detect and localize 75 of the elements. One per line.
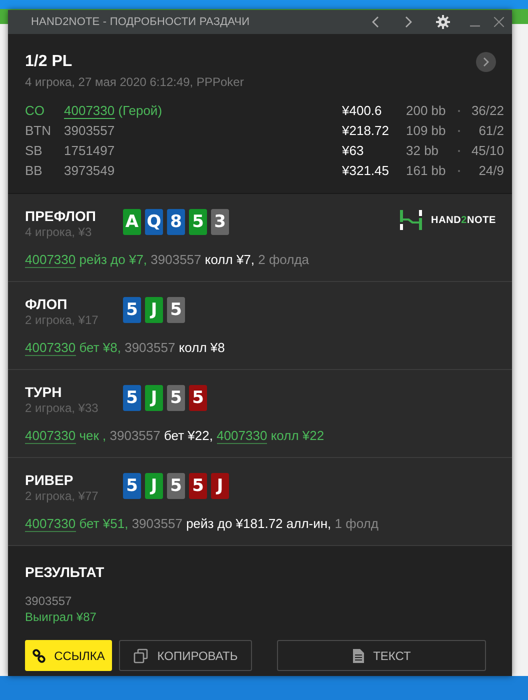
playing-card: J [145,473,163,499]
hand-subtitle: 4 игрока, 27 мая 2020 6:12:49, PPPoker [25,75,245,89]
action-summary: 4007330 бет ¥8, 3903557 колл ¥8 [25,340,226,355]
player-stats: 36/22 [470,102,504,120]
playing-card: 5 [123,385,141,411]
playing-card: 8 [167,209,185,235]
playing-card: 5 [123,297,141,323]
street-subtitle: 2 игрока, ¥77 [25,489,100,503]
player-link[interactable]: 4007330 [25,340,76,356]
copy-button[interactable]: КОПИРОВАТЬ [119,640,252,671]
action-summary: 4007330 бет ¥51, 3903557 рейз до ¥181.72 алл-ин, 1 фолд [25,516,380,531]
action-summary: 4007330 чек , 3903557 бет ¥22, 4007330 колл ¥22 [25,428,326,443]
playing-card: 5 [189,385,207,411]
player-position: BB [25,162,44,180]
hand-title: 1/2 PL [25,53,74,71]
street-subtitle: 2 игрока, ¥33 [25,401,100,415]
player-stats: 45/10 [470,142,504,160]
settings-icon[interactable] [436,15,450,29]
player-name: 1751497 [64,143,115,158]
next-button[interactable] [476,52,496,72]
playing-card: 5 [167,297,185,323]
street-title: ТУРН [25,384,63,400]
playing-card: 3 [211,209,229,235]
forward-icon[interactable] [404,16,412,28]
player-link[interactable]: 4007330 [25,252,76,268]
playing-card: 5 [189,209,207,235]
player-position: SB [25,142,44,160]
back-icon[interactable] [372,16,380,28]
player-position: CO [25,102,46,120]
link-button[interactable]: ССЫЛКА [25,640,112,671]
player-name: 3903557 [64,123,115,138]
result-title: РЕЗУЛЬТАТ [25,564,106,580]
playing-card: A [123,209,141,235]
playing-card: J [211,473,229,499]
player-link[interactable]: 4007330 [216,428,268,444]
player-stack: ¥321.45 [342,162,390,180]
player-big-blinds: 32 bb [406,142,440,160]
player-stack: ¥400.6 [342,102,383,120]
playing-card: J [145,385,163,411]
document-icon [352,648,366,664]
window-title: HAND2NOTE - ПОДРОБНОСТИ РАЗДАЧИ [31,16,251,28]
link-icon [32,648,46,662]
close-icon[interactable] [494,17,504,27]
player-stats: 61/2 [478,122,504,140]
winner-name: 3903557 [25,594,73,608]
player-position: BTN [25,122,52,140]
copy-icon [133,648,150,664]
player-stats: 24/9 [478,162,504,180]
playing-card: 5 [123,473,141,499]
street-title: РИВЕР [25,472,74,488]
street-subtitle: 2 игрока, ¥17 [25,313,100,327]
player-link[interactable]: 4007330 [25,428,76,444]
player-stack: ¥63 [342,142,365,160]
player-link[interactable]: 4007330 [25,516,76,532]
street-title: ФЛОП [25,296,68,312]
hero-label: (Герой) [117,103,162,118]
street-title: ПРЕФЛОП [25,208,97,224]
win-amount: Выиграл ¥87 [25,610,98,624]
logo-text: HAND2NOTE [431,214,496,226]
player-big-blinds: 109 bb [406,122,447,140]
text-button[interactable]: ТЕКСТ [277,640,486,671]
playing-card: 5 [189,473,207,499]
action-summary: 4007330 рейз до ¥7, 3903557 колл ¥7, 2 фолда [25,252,310,267]
player-big-blinds: 200 bb [406,102,447,120]
player-link[interactable]: 4007330 [64,103,115,119]
logo-icon [400,210,422,230]
chevron-icon [483,57,489,67]
player-big-blinds: 161 bb [406,162,447,180]
playing-card: 5 [167,385,185,411]
street-subtitle: 4 игрока, ¥3 [25,225,93,239]
player-stack: ¥218.72 [342,122,390,140]
playing-card: 5 [167,473,185,499]
player-name: 3973549 [64,163,115,178]
playing-card: Q [145,209,163,235]
playing-card: J [145,297,163,323]
